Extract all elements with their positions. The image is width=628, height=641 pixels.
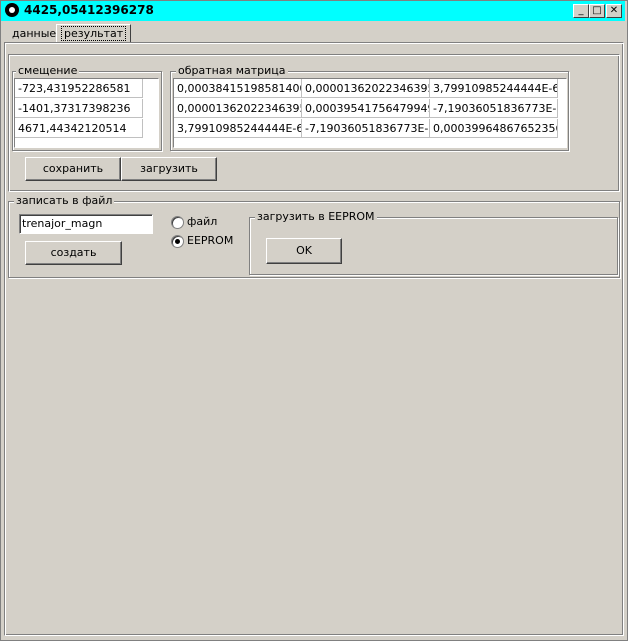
radio-eeprom-label[interactable]: EEPROM xyxy=(187,234,233,247)
write-file-group-label: записать в файл xyxy=(14,194,115,207)
close-button[interactable]: ✕ xyxy=(606,4,622,18)
offset-group-label: смещение xyxy=(16,64,80,77)
filename-input[interactable]: trenajor_magn xyxy=(19,214,153,234)
matrix-cell[interactable]: -7,19036051836773E-6 xyxy=(430,99,558,118)
app-icon[interactable] xyxy=(5,3,19,17)
eeprom-group-label: загрузить в EEPROM xyxy=(255,210,377,223)
save-button[interactable]: сохранить xyxy=(25,157,121,181)
matrix-cell[interactable]: 3,79910985244444E-6 xyxy=(174,119,302,138)
ok-button[interactable]: OK xyxy=(266,238,342,264)
matrix-cell[interactable]: -7,19036051836773E-6 xyxy=(302,119,430,138)
window-title: 4425,05412396278 xyxy=(24,3,154,17)
matrix-group-label: обратная матрица xyxy=(176,64,288,77)
radio-file[interactable] xyxy=(171,216,184,229)
radio-file-label[interactable]: файл xyxy=(187,215,217,228)
matrix-cell[interactable]: 0,000395417564799491 xyxy=(302,99,430,118)
offset-grid[interactable]: -723,431952286581 -1401,37317398236 4671… xyxy=(14,78,159,148)
matrix-grid[interactable]: 0,000384151985814004 0,00001362022346395… xyxy=(173,78,567,148)
offset-cell[interactable]: 4671,44342120514 xyxy=(15,119,143,138)
matrix-cell[interactable]: 0,000384151985814004 xyxy=(174,79,302,98)
minimize-button[interactable]: _ xyxy=(573,4,589,18)
matrix-cell[interactable]: 0,0000136202234639593 xyxy=(174,99,302,118)
matrix-cell[interactable]: 3,79910985244444E-6 xyxy=(430,79,558,98)
radio-eeprom[interactable] xyxy=(171,235,184,248)
maximize-button[interactable]: □ xyxy=(589,4,605,18)
create-button[interactable]: создать xyxy=(25,241,122,265)
offset-cell[interactable]: -1401,37317398236 xyxy=(15,99,143,118)
tab-result[interactable]: результат xyxy=(56,24,132,43)
offset-cell[interactable]: -723,431952286581 xyxy=(15,79,143,98)
matrix-cell[interactable]: 0,0000136202234639593 xyxy=(302,79,430,98)
tab-data[interactable]: данные xyxy=(8,26,61,42)
load-button[interactable]: загрузить xyxy=(121,157,217,181)
matrix-cell[interactable]: 0,000399648676523564 xyxy=(430,119,558,138)
